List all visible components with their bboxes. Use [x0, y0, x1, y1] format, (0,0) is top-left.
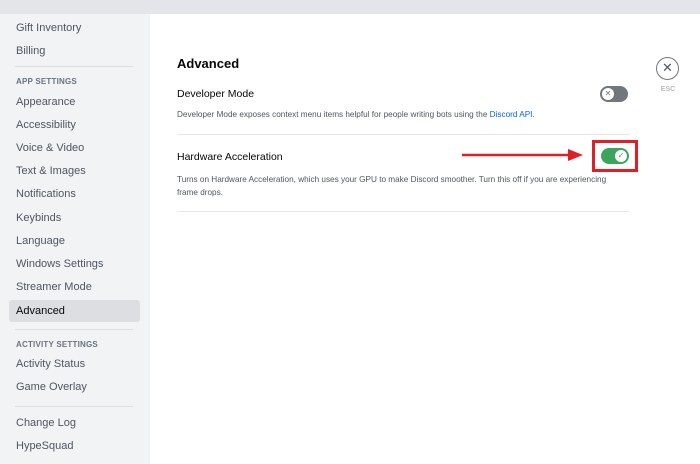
red-arrow-annotation	[462, 149, 583, 161]
developer-mode-description: Developer Mode exposes context menu item…	[177, 108, 607, 121]
page-title: Advanced	[177, 56, 240, 71]
sidebar-divider	[15, 329, 133, 330]
close-icon: ✕	[602, 88, 614, 100]
hardware-acceleration-description: Turns on Hardware Acceleration, which us…	[177, 175, 607, 197]
app-settings-header: APP SETTINGS	[16, 77, 77, 86]
sidebar-divider	[15, 66, 133, 67]
setting-divider	[177, 211, 629, 212]
activity-settings-header: ACTIVITY SETTINGS	[16, 340, 98, 349]
sidebar-item-gift-inventory[interactable]: Gift Inventory	[9, 17, 140, 39]
sidebar-item-accessibility[interactable]: Accessibility	[9, 114, 140, 136]
sidebar-divider	[15, 406, 133, 407]
settings-sidebar: Gift Inventory Billing APP SETTINGS Appe…	[0, 14, 150, 464]
sidebar-item-windows-settings[interactable]: Windows Settings	[9, 253, 140, 275]
close-icon[interactable]: ✕	[656, 57, 679, 80]
sidebar-item-text-images[interactable]: Text & Images	[9, 160, 140, 182]
sidebar-item-appearance[interactable]: Appearance	[9, 91, 140, 113]
sidebar-item-hypesquad[interactable]: HypeSquad	[9, 435, 140, 457]
sidebar-item-voice-video[interactable]: Voice & Video	[9, 137, 140, 159]
sidebar-item-language[interactable]: Language	[9, 230, 140, 252]
sidebar-item-notifications[interactable]: Notifications	[9, 183, 140, 205]
developer-mode-toggle[interactable]: ✕	[600, 86, 628, 102]
developer-mode-label: Developer Mode	[177, 88, 255, 100]
setting-divider	[177, 134, 629, 135]
sidebar-item-game-overlay[interactable]: Game Overlay	[9, 376, 140, 398]
window-top-bar	[0, 0, 700, 14]
red-highlight-box	[592, 140, 638, 172]
sidebar-item-streamer-mode[interactable]: Streamer Mode	[9, 276, 140, 298]
esc-label: ESC	[660, 86, 676, 93]
discord-api-link[interactable]: Discord API	[490, 110, 533, 119]
developer-mode-description-text: Developer Mode exposes context menu item…	[177, 110, 490, 119]
sidebar-item-keybinds[interactable]: Keybinds	[9, 207, 140, 229]
sidebar-item-billing[interactable]: Billing	[9, 40, 140, 62]
description-period: .	[532, 110, 535, 119]
sidebar-item-activity-status[interactable]: Activity Status	[9, 353, 140, 375]
sidebar-item-advanced[interactable]: Advanced	[9, 300, 140, 322]
sidebar-item-change-log[interactable]: Change Log	[9, 412, 140, 434]
hardware-acceleration-label: Hardware Acceleration	[177, 151, 283, 163]
